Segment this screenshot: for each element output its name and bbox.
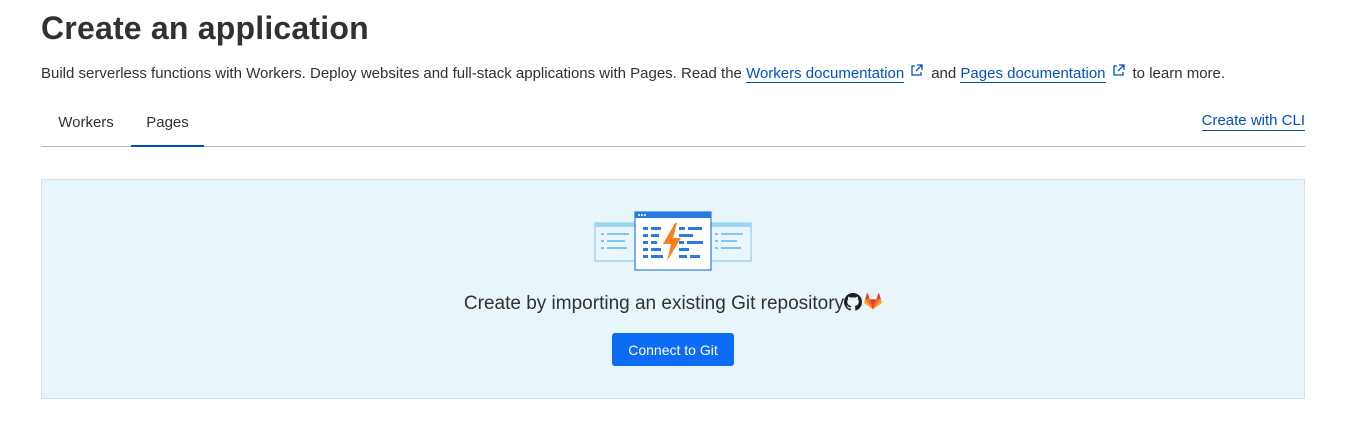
connect-to-git-button[interactable]: Connect to Git: [612, 333, 734, 366]
page-description: Build serverless functions with Workers.…: [41, 64, 1226, 83]
external-link-icon: [1112, 64, 1125, 76]
gitlab-icon: [864, 292, 883, 310]
page-title: Create an application: [41, 10, 369, 46]
tab-pages[interactable]: Pages: [131, 100, 204, 147]
tab-workers[interactable]: Workers: [41, 100, 131, 145]
description-suffix: to learn more.: [1132, 65, 1226, 82]
git-import-panel: Create by importing an existing Git repo…: [41, 179, 1305, 399]
description-prefix: Build serverless functions with Workers.…: [41, 65, 742, 82]
create-with-cli-link[interactable]: Create with CLI: [1201, 112, 1305, 131]
git-import-text: Create by importing an existing Git repo…: [463, 293, 845, 314]
workers-documentation-link[interactable]: Workers documentation: [746, 65, 905, 83]
github-icon: [844, 293, 863, 311]
external-link-icon: [911, 64, 923, 76]
and-text: and: [931, 65, 957, 82]
pages-documentation-link[interactable]: Pages documentation: [960, 65, 1106, 83]
tab-bar: Workers Pages Create with CLI: [41, 100, 1305, 147]
pages-illustration-icon: [594, 211, 752, 271]
git-import-prompt: Create by importing an existing Git repo…: [42, 292, 1304, 315]
